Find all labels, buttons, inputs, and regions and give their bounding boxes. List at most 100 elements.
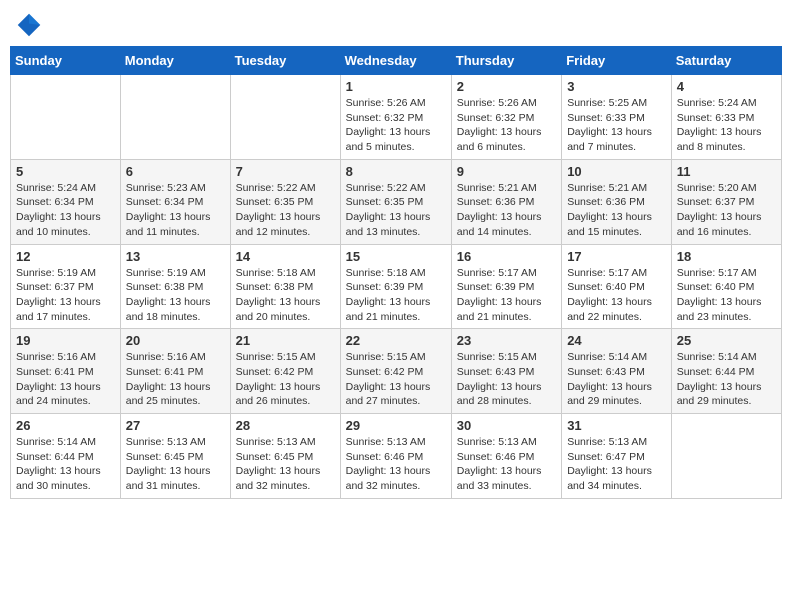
day-header-thursday: Thursday (451, 47, 561, 75)
day-number: 7 (236, 164, 335, 179)
day-number: 18 (677, 249, 776, 264)
day-info: Sunrise: 5:13 AM Sunset: 6:46 PM Dayligh… (457, 435, 556, 494)
day-info: Sunrise: 5:13 AM Sunset: 6:46 PM Dayligh… (346, 435, 446, 494)
day-number: 22 (346, 333, 446, 348)
calendar-week-row: 19 Sunrise: 5:16 AM Sunset: 6:41 PM Dayli… (11, 329, 782, 414)
day-info: Sunrise: 5:13 AM Sunset: 6:45 PM Dayligh… (126, 435, 225, 494)
calendar-cell: 1 Sunrise: 5:26 AM Sunset: 6:32 PM Daylig… (340, 75, 451, 160)
day-number: 4 (677, 79, 776, 94)
calendar-cell: 10Sunrise: 5:21 AM Sunset: 6:36 PM Dayli… (562, 159, 672, 244)
calendar-cell: 16Sunrise: 5:17 AM Sunset: 6:39 PM Dayli… (451, 244, 561, 329)
day-info: Sunrise: 5:14 AM Sunset: 6:44 PM Dayligh… (677, 350, 776, 409)
calendar-week-row: 1 Sunrise: 5:26 AM Sunset: 6:32 PM Daylig… (11, 75, 782, 160)
day-number: 10 (567, 164, 666, 179)
day-number: 23 (457, 333, 556, 348)
calendar-cell (11, 75, 121, 160)
calendar-cell: 29 Sunrise: 5:13 AM Sunset: 6:46 PM Dayli… (340, 414, 451, 499)
day-info: Sunrise: 5:18 AM Sunset: 6:39 PM Dayligh… (346, 266, 446, 325)
calendar: SundayMondayTuesdayWednesdayThursdayFrid… (10, 46, 782, 499)
calendar-week-row: 26 Sunrise: 5:14 AM Sunset: 6:44 PM Dayli… (11, 414, 782, 499)
day-info: Sunrise: 5:19 AM Sunset: 6:38 PM Dayligh… (126, 266, 225, 325)
calendar-cell: 24Sunrise: 5:14 AM Sunset: 6:43 PM Dayli… (562, 329, 672, 414)
calendar-cell: 18 Sunrise: 5:17 AM Sunset: 6:40 PM Dayli… (671, 244, 781, 329)
day-number: 11 (677, 164, 776, 179)
day-number: 28 (236, 418, 335, 433)
day-info: Sunrise: 5:17 AM Sunset: 6:40 PM Dayligh… (567, 266, 666, 325)
calendar-cell: 14Sunrise: 5:18 AM Sunset: 6:38 PM Dayli… (230, 244, 340, 329)
calendar-cell: 27 Sunrise: 5:13 AM Sunset: 6:45 PM Dayli… (120, 414, 230, 499)
day-number: 5 (16, 164, 115, 179)
calendar-cell: 2 Sunrise: 5:26 AM Sunset: 6:32 PM Daylig… (451, 75, 561, 160)
day-number: 2 (457, 79, 556, 94)
logo-icon (14, 10, 44, 40)
calendar-cell (120, 75, 230, 160)
day-number: 16 (457, 249, 556, 264)
calendar-cell: 25Sunrise: 5:14 AM Sunset: 6:44 PM Dayli… (671, 329, 781, 414)
day-number: 20 (126, 333, 225, 348)
calendar-cell: 22 Sunrise: 5:15 AM Sunset: 6:42 PM Dayli… (340, 329, 451, 414)
calendar-cell: 28 Sunrise: 5:13 AM Sunset: 6:45 PM Dayli… (230, 414, 340, 499)
day-number: 27 (126, 418, 225, 433)
calendar-cell: 6 Sunrise: 5:23 AM Sunset: 6:34 PM Daylig… (120, 159, 230, 244)
day-info: Sunrise: 5:15 AM Sunset: 6:42 PM Dayligh… (236, 350, 335, 409)
day-header-friday: Friday (562, 47, 672, 75)
calendar-cell: 23Sunrise: 5:15 AM Sunset: 6:43 PM Dayli… (451, 329, 561, 414)
day-number: 26 (16, 418, 115, 433)
day-info: Sunrise: 5:16 AM Sunset: 6:41 PM Dayligh… (126, 350, 225, 409)
day-number: 9 (457, 164, 556, 179)
day-header-saturday: Saturday (671, 47, 781, 75)
calendar-cell: 11Sunrise: 5:20 AM Sunset: 6:37 PM Dayli… (671, 159, 781, 244)
day-info: Sunrise: 5:15 AM Sunset: 6:42 PM Dayligh… (346, 350, 446, 409)
calendar-cell (671, 414, 781, 499)
day-info: Sunrise: 5:24 AM Sunset: 6:34 PM Dayligh… (16, 181, 115, 240)
day-header-monday: Monday (120, 47, 230, 75)
day-number: 17 (567, 249, 666, 264)
header (10, 10, 782, 40)
day-info: Sunrise: 5:14 AM Sunset: 6:44 PM Dayligh… (16, 435, 115, 494)
day-number: 30 (457, 418, 556, 433)
day-number: 31 (567, 418, 666, 433)
calendar-cell: 5 Sunrise: 5:24 AM Sunset: 6:34 PM Daylig… (11, 159, 121, 244)
calendar-cell: 3 Sunrise: 5:25 AM Sunset: 6:33 PM Daylig… (562, 75, 672, 160)
calendar-cell: 15 Sunrise: 5:18 AM Sunset: 6:39 PM Dayli… (340, 244, 451, 329)
calendar-cell: 13Sunrise: 5:19 AM Sunset: 6:38 PM Dayli… (120, 244, 230, 329)
day-header-sunday: Sunday (11, 47, 121, 75)
day-info: Sunrise: 5:17 AM Sunset: 6:40 PM Dayligh… (677, 266, 776, 325)
day-info: Sunrise: 5:25 AM Sunset: 6:33 PM Dayligh… (567, 96, 666, 155)
day-info: Sunrise: 5:19 AM Sunset: 6:37 PM Dayligh… (16, 266, 115, 325)
day-info: Sunrise: 5:21 AM Sunset: 6:36 PM Dayligh… (457, 181, 556, 240)
calendar-header-row: SundayMondayTuesdayWednesdayThursdayFrid… (11, 47, 782, 75)
calendar-cell: 26 Sunrise: 5:14 AM Sunset: 6:44 PM Dayli… (11, 414, 121, 499)
day-info: Sunrise: 5:13 AM Sunset: 6:45 PM Dayligh… (236, 435, 335, 494)
calendar-cell: 12 Sunrise: 5:19 AM Sunset: 6:37 PM Dayli… (11, 244, 121, 329)
day-number: 15 (346, 249, 446, 264)
day-info: Sunrise: 5:24 AM Sunset: 6:33 PM Dayligh… (677, 96, 776, 155)
day-header-wednesday: Wednesday (340, 47, 451, 75)
calendar-cell: 19 Sunrise: 5:16 AM Sunset: 6:41 PM Dayli… (11, 329, 121, 414)
day-number: 29 (346, 418, 446, 433)
day-info: Sunrise: 5:18 AM Sunset: 6:38 PM Dayligh… (236, 266, 335, 325)
day-info: Sunrise: 5:26 AM Sunset: 6:32 PM Dayligh… (457, 96, 556, 155)
day-info: Sunrise: 5:16 AM Sunset: 6:41 PM Dayligh… (16, 350, 115, 409)
day-info: Sunrise: 5:23 AM Sunset: 6:34 PM Dayligh… (126, 181, 225, 240)
day-info: Sunrise: 5:26 AM Sunset: 6:32 PM Dayligh… (346, 96, 446, 155)
day-number: 24 (567, 333, 666, 348)
calendar-cell: 31 Sunrise: 5:13 AM Sunset: 6:47 PM Dayli… (562, 414, 672, 499)
day-info: Sunrise: 5:13 AM Sunset: 6:47 PM Dayligh… (567, 435, 666, 494)
calendar-cell: 9 Sunrise: 5:21 AM Sunset: 6:36 PM Daylig… (451, 159, 561, 244)
day-number: 21 (236, 333, 335, 348)
day-info: Sunrise: 5:22 AM Sunset: 6:35 PM Dayligh… (346, 181, 446, 240)
calendar-cell: 21 Sunrise: 5:15 AM Sunset: 6:42 PM Dayli… (230, 329, 340, 414)
day-number: 12 (16, 249, 115, 264)
day-info: Sunrise: 5:22 AM Sunset: 6:35 PM Dayligh… (236, 181, 335, 240)
day-number: 8 (346, 164, 446, 179)
day-number: 19 (16, 333, 115, 348)
day-number: 3 (567, 79, 666, 94)
logo (14, 10, 48, 40)
day-number: 1 (346, 79, 446, 94)
calendar-week-row: 5 Sunrise: 5:24 AM Sunset: 6:34 PM Daylig… (11, 159, 782, 244)
calendar-cell: 30 Sunrise: 5:13 AM Sunset: 6:46 PM Dayli… (451, 414, 561, 499)
day-header-tuesday: Tuesday (230, 47, 340, 75)
calendar-cell: 4 Sunrise: 5:24 AM Sunset: 6:33 PM Daylig… (671, 75, 781, 160)
day-number: 6 (126, 164, 225, 179)
